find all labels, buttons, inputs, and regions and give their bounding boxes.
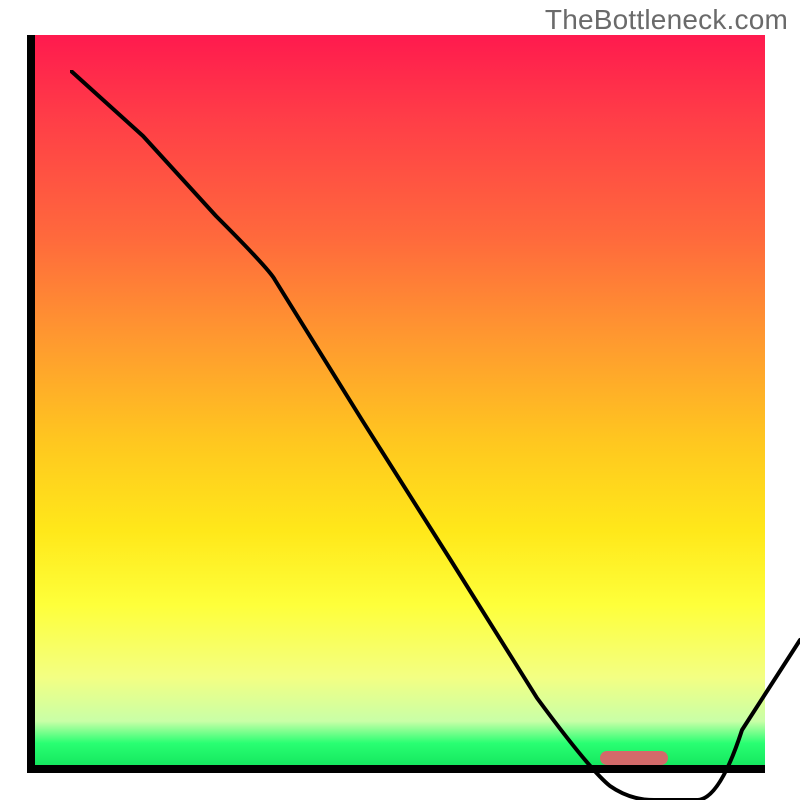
chart-frame: TheBottleneck.com xyxy=(0,0,800,800)
watermark-label: TheBottleneck.com xyxy=(545,4,788,36)
x-axis xyxy=(35,765,765,773)
y-axis xyxy=(27,35,35,773)
curve-svg xyxy=(70,70,800,800)
bottleneck-curve-path xyxy=(70,70,800,800)
valley-marker-bar xyxy=(600,751,668,765)
gradient-plot-area xyxy=(35,35,765,765)
